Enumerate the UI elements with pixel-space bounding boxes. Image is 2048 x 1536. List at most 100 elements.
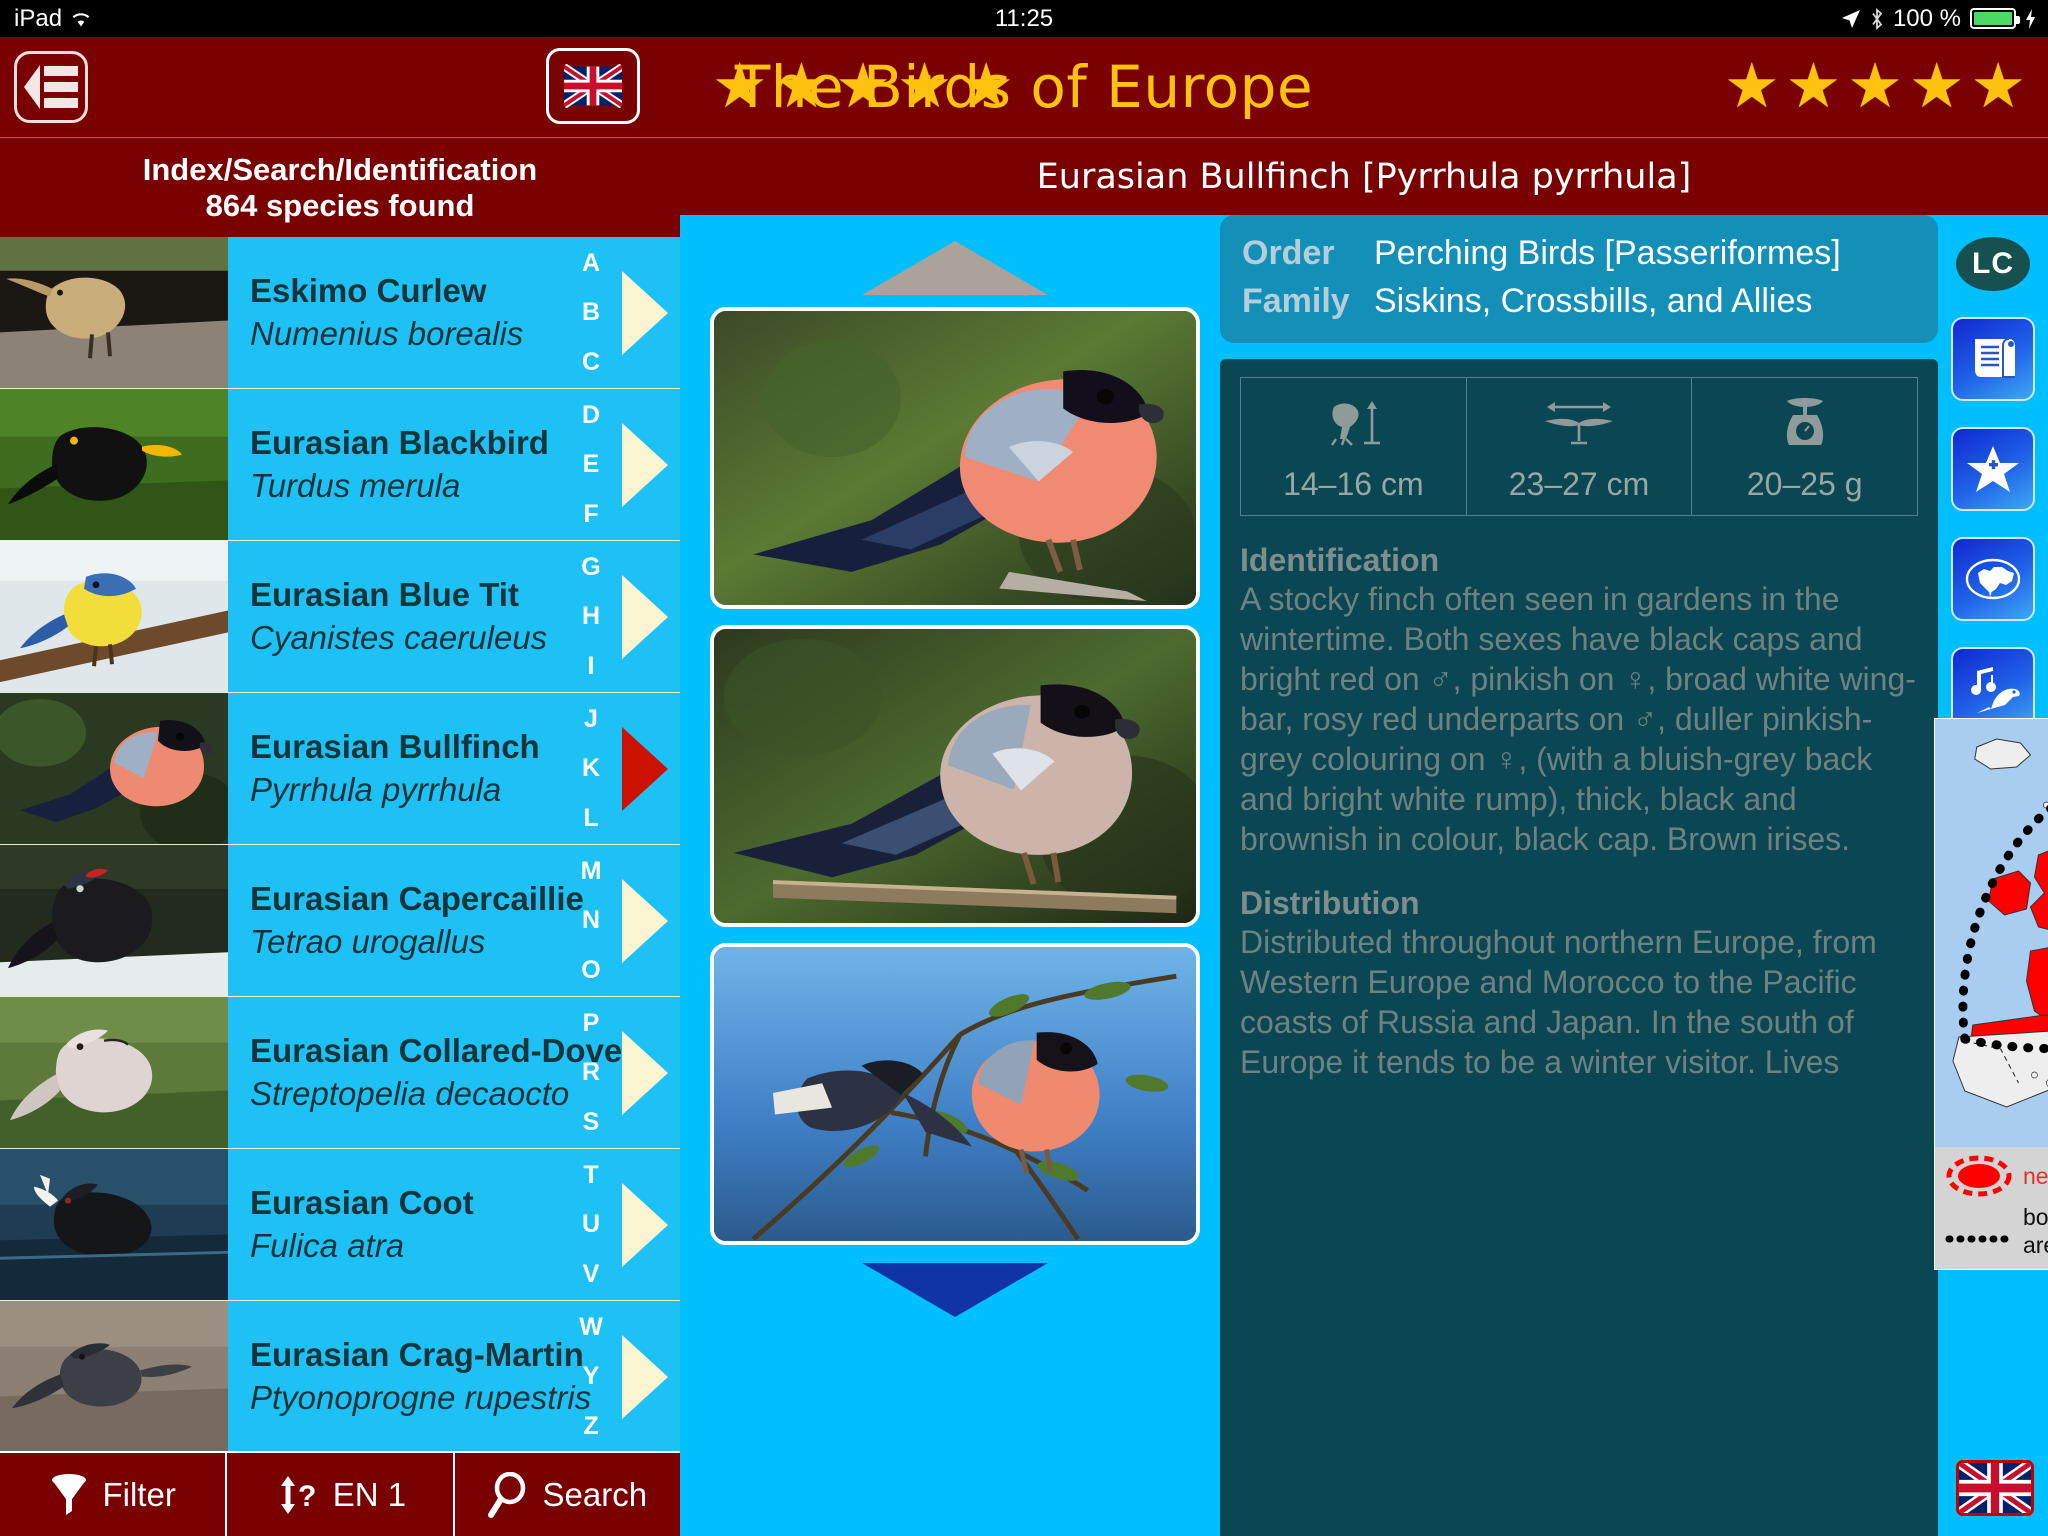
updown-question-icon: ? xyxy=(274,1472,320,1518)
species-text: Eurasian Capercaillie Tetrao urogallus xyxy=(228,845,680,996)
species-scientific-name: Numenius borealis xyxy=(250,314,524,352)
distribution-text: Distributed throughout northern Europe, … xyxy=(1240,924,1877,1080)
order-value: Perching Birds [Passeriformes] xyxy=(1374,234,1841,272)
species-thumbnail xyxy=(0,389,228,540)
species-list-item[interactable]: Eurasian Blue Tit Cyanistes caeruleus xyxy=(0,541,680,693)
menu-back-icon[interactable] xyxy=(14,51,88,123)
triangle-up-icon[interactable] xyxy=(862,241,1048,295)
triangle-down-icon[interactable] xyxy=(862,1263,1048,1317)
favorite-button[interactable] xyxy=(1951,427,2035,511)
sidebar-header-line1: Index/Search/Identification xyxy=(142,151,538,187)
taxonomy-box: Order Perching Birds [Passeriformes] Fam… xyxy=(1220,215,1938,343)
clock: 11:25 xyxy=(994,4,1054,32)
species-scientific-name: Streptopelia decaocto xyxy=(250,1074,570,1112)
species-list-item[interactable]: Eurasian Bullfinch Pyrrhula pyrrhula xyxy=(0,693,680,845)
species-scientific-name: Fulica atra xyxy=(250,1226,405,1264)
star-icon: ★ xyxy=(1908,52,1965,121)
sidebar: Index/Search/Identification 864 species … xyxy=(0,137,680,1536)
order-row: Order Perching Birds [Passeriformes] xyxy=(1242,229,1916,277)
star-plus-icon xyxy=(1965,443,2021,495)
language-label: EN 1 xyxy=(332,1475,407,1513)
species-list-item[interactable]: Eurasian Capercaillie Tetrao urogallus xyxy=(0,845,680,997)
scroll-text-icon xyxy=(1965,333,2021,385)
species-common-name: Eurasian Collared-Dove xyxy=(250,1031,623,1069)
detail-panel: Eurasian Bullfinch [Pyrrhula pyrrhula] O… xyxy=(680,137,2048,1536)
species-scientific-name: Pyrrhula pyrrhula xyxy=(250,770,502,808)
species-common-name: Eurasian Blue Tit xyxy=(250,575,519,613)
species-scientific-name: Turdus merula xyxy=(250,466,461,504)
weight-value: 20–25 g xyxy=(1746,466,1863,502)
species-thumbnail xyxy=(0,693,228,844)
funnel-icon xyxy=(49,1473,89,1517)
star-icon: ★ xyxy=(1847,52,1903,121)
species-text: Eurasian Crag-Martin Ptyonoprogne rupestr… xyxy=(228,1301,680,1451)
language-button[interactable]: ? EN 1 xyxy=(227,1453,455,1536)
page-title: The Birds of Europe xyxy=(734,53,1314,121)
star-icon: ★ xyxy=(1970,52,2026,121)
species-text: Eurasian Coot Fulica atra xyxy=(228,1149,680,1300)
status-badge[interactable]: LC xyxy=(1956,237,2030,291)
legend-wintering: boundary of wintering area xyxy=(1945,1203,2048,1259)
species-thumbnail xyxy=(0,1149,228,1300)
distribution-map-image xyxy=(1935,719,2048,1149)
species-common-name: Eurasian Crag-Martin xyxy=(250,1335,584,1373)
distribution-map-panel[interactable]: nesting areas boundary of wintering area xyxy=(1934,718,2048,1270)
measurement-wingspan: 23–27 cm xyxy=(1467,378,1693,515)
wingspan-value: 23–27 cm xyxy=(1508,466,1650,502)
family-label: Family xyxy=(1242,282,1350,320)
scale-weight-icon xyxy=(1692,394,1917,452)
language-flag-button[interactable] xyxy=(546,48,640,124)
description-box[interactable]: 14–16 cm 23–27 cm 20–25 g Identification… xyxy=(1220,359,1938,1536)
species-text: Eurasian Collared-Dove Streptopelia decao… xyxy=(228,997,680,1148)
magnifier-icon xyxy=(487,1471,530,1518)
rating-stars-right: ★ ★ ★ ★ ★ xyxy=(1724,56,2026,118)
measurement-length: 14–16 cm xyxy=(1241,378,1467,515)
order-label: Order xyxy=(1242,234,1335,272)
language-flag-button-bottom[interactable] xyxy=(1956,1460,2034,1516)
filter-label: Filter xyxy=(102,1475,176,1513)
triangle-left-icon xyxy=(24,65,40,109)
wintering-boundary-swatch-icon xyxy=(1945,1235,2013,1243)
hamburger-bars-icon xyxy=(44,66,78,108)
bird-photo-2[interactable] xyxy=(710,625,1200,927)
legend-nesting-label: nesting areas xyxy=(2023,1162,2048,1189)
battery-full-icon xyxy=(1970,8,2020,29)
ios-status-bar: iPad 11:25 100 % xyxy=(0,0,2048,37)
species-list[interactable]: Eskimo Curlew Numenius borealis Eurasian B… xyxy=(0,237,680,1451)
star-icon: ★ xyxy=(1785,52,1842,121)
union-jack-flag-icon xyxy=(564,64,622,108)
distribution-title: Distribution xyxy=(1240,885,1420,921)
family-value: Siskins, Crossbills, and Allies xyxy=(1374,282,1813,320)
bird-photo-1[interactable] xyxy=(710,307,1200,609)
app-title-bar: ★ ★ ★ ★ ★ The Birds of Europe ★ ★ ★ ★ ★ xyxy=(0,37,2048,137)
species-list-item[interactable]: Eurasian Collared-Dove Streptopelia decao… xyxy=(0,997,680,1149)
species-text: Eurasian Blackbird Turdus merula xyxy=(228,389,680,540)
sidebar-header-line2: 864 species found xyxy=(205,187,475,223)
sidebar-footer-toolbar: Filter ? EN 1 Search xyxy=(0,1451,680,1536)
bird-photo-3[interactable] xyxy=(710,943,1200,1245)
identification-text: A stocky finch often seen in gardens in … xyxy=(1240,581,1916,857)
search-button[interactable]: Search xyxy=(455,1453,680,1536)
search-label: Search xyxy=(542,1475,648,1513)
species-list-item[interactable]: Eskimo Curlew Numenius borealis xyxy=(0,237,680,389)
filter-button[interactable]: Filter xyxy=(0,1453,228,1536)
union-jack-flag-icon xyxy=(1959,1463,2031,1513)
species-thumbnail xyxy=(0,237,228,388)
distribution-button[interactable] xyxy=(1951,537,2035,621)
species-text: Eurasian Bullfinch Pyrrhula pyrrhula xyxy=(228,693,680,844)
species-thumbnail xyxy=(0,845,228,996)
wingspan-icon xyxy=(1467,394,1692,452)
species-common-name: Eurasian Coot xyxy=(250,1183,474,1221)
details-button[interactable] xyxy=(1951,317,2035,401)
app-screen: iPad 11:25 100 % ★ ★ ★ ★ ★ The Birds of … xyxy=(0,0,2048,1536)
species-list-item[interactable]: Eurasian Blackbird Turdus merula xyxy=(0,389,680,541)
species-list-item[interactable]: Eurasian Coot Fulica atra xyxy=(0,1149,680,1301)
identification-title: Identification xyxy=(1240,542,1440,578)
species-common-name: Eskimo Curlew xyxy=(250,271,487,309)
species-common-name: Eurasian Bullfinch xyxy=(250,727,540,765)
globe-icon xyxy=(1964,553,2022,605)
species-thumbnail xyxy=(0,541,228,692)
species-scientific-name: Cyanistes caeruleus xyxy=(250,618,548,656)
species-list-item[interactable]: Eurasian Crag-Martin Ptyonoprogne rupestr… xyxy=(0,1301,680,1451)
detail-header-title: Eurasian Bullfinch [Pyrrhula pyrrhula] xyxy=(680,137,2048,215)
